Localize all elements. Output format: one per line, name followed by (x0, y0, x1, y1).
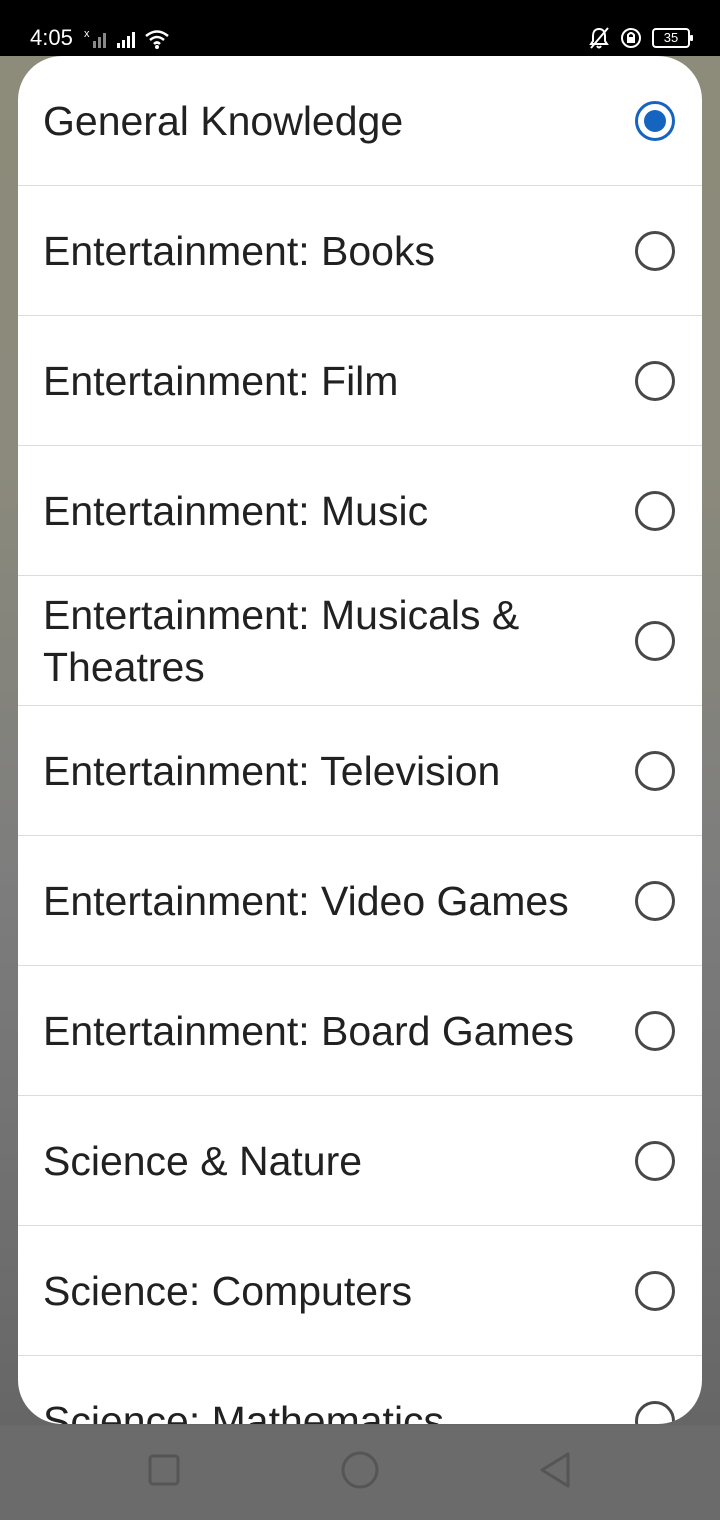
signal-x-icon: x (84, 28, 106, 48)
radio-unchecked-icon[interactable] (635, 230, 675, 271)
option-label: General Knowledge (43, 97, 404, 144)
option-label: Entertainment: Board Games (43, 1007, 574, 1054)
category-dialog: General Knowledge Entertainment: Books E… (18, 56, 702, 1424)
radio-checked-icon[interactable] (635, 100, 675, 141)
option-science-mathematics[interactable]: Science: Mathematics (18, 1356, 702, 1424)
option-entertainment-video-games[interactable]: Entertainment: Video Games (18, 836, 702, 966)
svg-text:x: x (84, 28, 90, 40)
option-science-nature[interactable]: Science & Nature (18, 1096, 702, 1226)
radio-unchecked-icon[interactable] (635, 360, 675, 401)
rotation-lock-icon (621, 28, 641, 48)
wifi-icon (145, 30, 169, 49)
recents-icon[interactable] (139, 1445, 189, 1495)
back-icon[interactable] (531, 1445, 581, 1495)
option-science-computers[interactable]: Science: Computers (18, 1226, 702, 1356)
radio-unchecked-icon[interactable] (635, 1400, 675, 1424)
option-general-knowledge[interactable]: General Knowledge (18, 56, 702, 186)
battery-indicator: 35 (652, 28, 693, 48)
radio-unchecked-icon[interactable] (635, 750, 675, 791)
status-time: 4:05 (30, 25, 73, 50)
option-entertainment-music[interactable]: Entertainment: Music (18, 446, 702, 576)
option-entertainment-board-games[interactable]: Entertainment: Board Games (18, 966, 702, 1096)
bell-off-icon (589, 27, 609, 49)
option-label: Science: Computers (43, 1267, 413, 1314)
radio-unchecked-icon[interactable] (635, 490, 675, 531)
status-bar: 4:05 x 35 (0, 0, 720, 56)
radio-unchecked-icon[interactable] (635, 1270, 675, 1311)
option-label: Entertainment: Video Games (43, 877, 569, 924)
option-label: Science & Nature (43, 1137, 363, 1184)
option-entertainment-film[interactable]: Entertainment: Film (18, 316, 702, 446)
home-icon[interactable] (335, 1445, 385, 1495)
radio-unchecked-icon[interactable] (635, 1140, 675, 1181)
option-label: Entertainment: Film (43, 357, 399, 404)
option-label: Entertainment: Music (43, 487, 429, 534)
option-label: Entertainment: Musicals & Theatres (43, 591, 520, 690)
option-entertainment-musicals-theatres[interactable]: Entertainment: Musicals & Theatres (18, 576, 702, 706)
option-label: Entertainment: Books (43, 227, 435, 274)
radio-unchecked-icon[interactable] (635, 1010, 675, 1051)
signal-icon (117, 32, 135, 48)
option-entertainment-books[interactable]: Entertainment: Books (18, 186, 702, 316)
option-entertainment-television[interactable]: Entertainment: Television (18, 706, 702, 836)
radio-unchecked-icon[interactable] (635, 620, 675, 661)
navigation-bar (0, 1425, 720, 1520)
option-label: Entertainment: Television (43, 747, 501, 794)
option-label: Science: Mathematics (43, 1397, 445, 1425)
radio-unchecked-icon[interactable] (635, 880, 675, 921)
